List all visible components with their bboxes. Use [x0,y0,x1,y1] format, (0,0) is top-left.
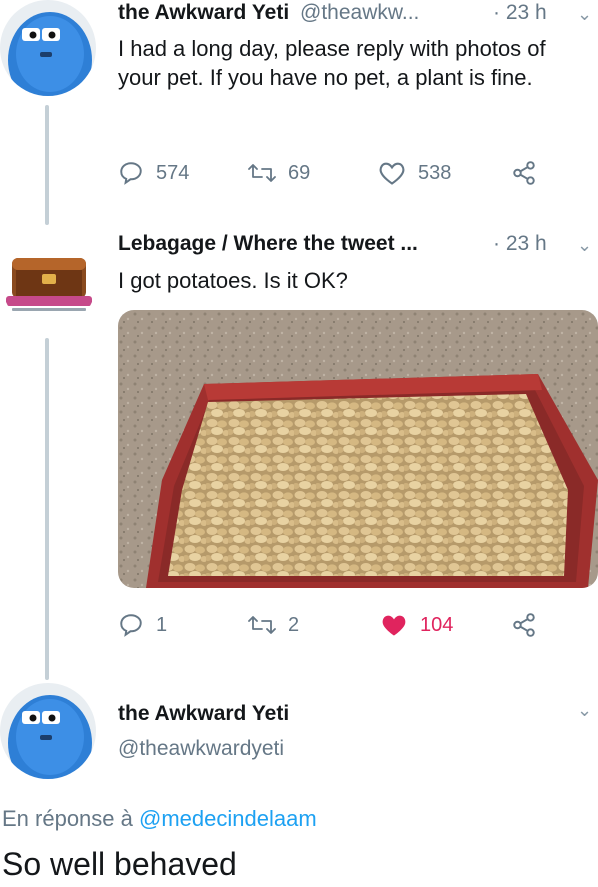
tweet-text: I had a long day, please reply with phot… [118,36,546,90]
reply-count: 574 [156,161,190,184]
handle[interactable]: @theawkwardyeti [118,737,284,761]
tweet-text: I got potatoes. Is it OK? [118,268,348,293]
reply-icon [120,162,142,185]
retweet-count: 2 [288,613,300,636]
mention-link[interactable]: @medecindelaam [139,806,317,831]
reply-count: 1 [156,613,168,636]
chevron-down-icon[interactable]: ⌄ [577,4,592,25]
share-button[interactable] [511,160,537,186]
timestamp[interactable]: · 23 h [493,232,547,256]
reply-icon [120,614,142,637]
tweet-photo[interactable] [118,310,598,588]
like-button[interactable]: 104 [380,612,453,638]
display-name[interactable]: the Awkward Yeti [118,1,289,25]
share-icon [513,161,535,185]
handle[interactable]: @theawkw... [300,1,419,25]
like-count: 104 [420,613,454,636]
heart-icon [379,162,405,185]
retweet-icon [248,164,276,182]
reply-button[interactable]: 1 [118,612,167,638]
retweet-icon [248,616,276,634]
thread-line [45,338,49,680]
reply-prefix: En réponse à [2,806,133,831]
reply-context: En réponse à @medecindelaam [2,806,317,832]
display-name[interactable]: Lebagage / Where the tweet ... [118,232,418,256]
tweet-text: So well behaved [2,846,237,882]
retweet-button[interactable]: 69 [248,160,310,186]
potatoes-photo [118,310,598,588]
avatar[interactable] [0,683,96,779]
chevron-down-icon[interactable]: ⌄ [577,700,592,721]
avatar[interactable] [0,0,96,96]
like-button[interactable]: 538 [378,160,451,186]
chevron-down-icon[interactable]: ⌄ [577,235,592,256]
thread-line [45,105,49,225]
timestamp[interactable]: · 23 h [493,1,547,25]
reply-button[interactable]: 574 [118,160,189,186]
share-button[interactable] [511,612,537,638]
retweet-count: 69 [288,161,311,184]
heart-filled-icon [382,615,406,636]
avatar[interactable] [2,236,96,330]
retweet-button[interactable]: 2 [248,612,299,638]
like-count: 538 [418,161,452,184]
display-name[interactable]: the Awkward Yeti [118,702,289,726]
share-icon [513,613,535,637]
